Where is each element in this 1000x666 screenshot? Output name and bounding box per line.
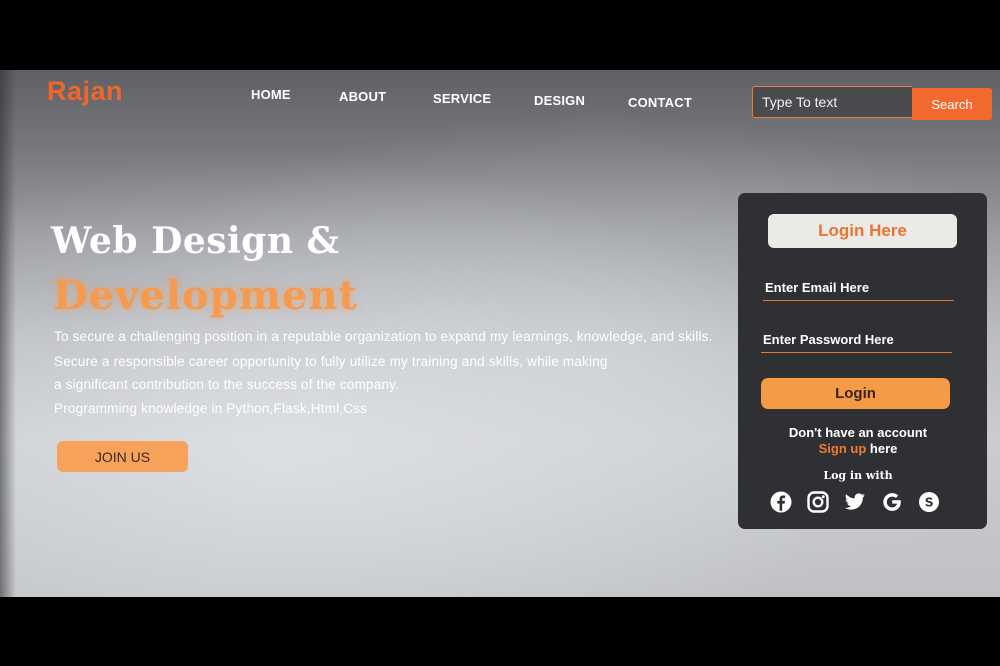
nav-item-design[interactable]: DESIGN <box>534 93 585 108</box>
signup-link[interactable]: Sign up <box>819 441 867 456</box>
instagram-icon[interactable] <box>807 491 829 513</box>
facebook-icon[interactable] <box>770 491 792 513</box>
signup-line: Sign up here <box>738 441 978 456</box>
hero-text-line: To secure a challenging position in a re… <box>54 329 713 344</box>
skype-icon[interactable] <box>918 491 940 513</box>
login-with-label: Log in with <box>823 469 893 482</box>
twitter-icon[interactable] <box>844 491 866 513</box>
signup-suffix: here <box>866 441 898 456</box>
login-card: Login Here Login Don't have an account S… <box>738 193 987 529</box>
login-heading: Login Here <box>768 214 957 248</box>
main-nav: HOME ABOUT SERVICE DESIGN CONTACT <box>0 87 700 110</box>
nav-item-about[interactable]: ABOUT <box>339 89 386 104</box>
browser-viewport: Rajan HOME ABOUT SERVICE DESIGN CONTACT … <box>0 70 1000 597</box>
nav-item-home[interactable]: HOME <box>251 87 291 102</box>
google-icon[interactable] <box>881 491 903 513</box>
search-bar: Search <box>752 86 992 120</box>
hero-text-line: a significant contribution to the succes… <box>54 377 400 392</box>
nav-item-contact[interactable]: CONTACT <box>628 95 692 110</box>
login-button[interactable]: Login <box>761 378 950 409</box>
hero-text-line: Programming knowledge in Python,Flask,Ht… <box>54 401 368 416</box>
search-button[interactable]: Search <box>912 88 992 120</box>
join-us-button[interactable]: JOIN US <box>57 441 188 472</box>
email-field[interactable] <box>763 275 954 301</box>
no-account-text: Don't have an account <box>788 425 928 440</box>
hero-subtitle: Development <box>53 272 359 319</box>
social-login-row <box>768 491 953 517</box>
hero-text-line: Secure a responsible career opportunity … <box>54 354 608 369</box>
nav-item-service[interactable]: SERVICE <box>433 91 491 106</box>
hero-title: Web Design & <box>51 220 340 262</box>
password-field[interactable] <box>761 327 952 353</box>
search-input[interactable] <box>752 86 912 118</box>
